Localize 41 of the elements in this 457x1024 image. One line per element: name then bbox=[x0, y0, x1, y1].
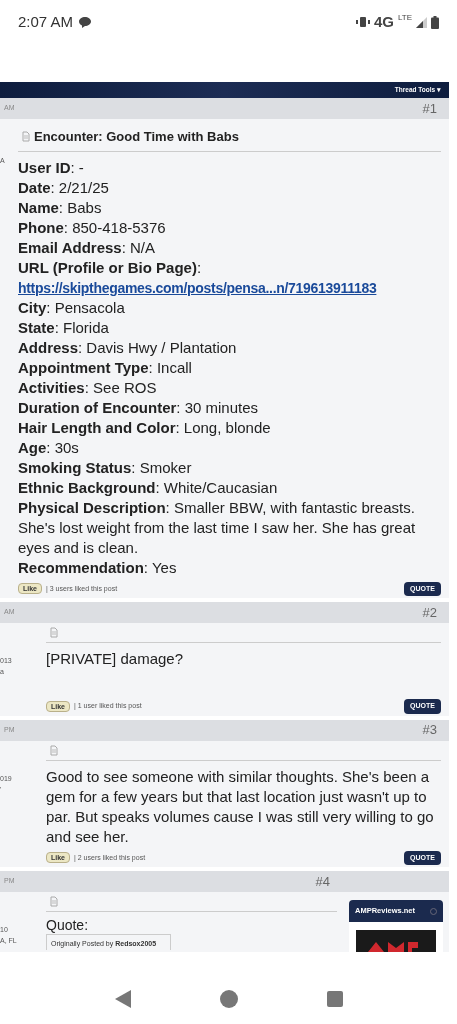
battery-icon bbox=[431, 15, 439, 29]
quote-label: Quote: bbox=[46, 916, 90, 934]
document-icon bbox=[50, 744, 58, 756]
post-text: Email Address: N/A bbox=[18, 237, 156, 258]
vibrate-icon bbox=[355, 17, 370, 27]
post-text: Duration of Encounter: 30 minutes bbox=[18, 397, 260, 418]
post-text: Name: Babs bbox=[18, 197, 103, 218]
post-text: Hair Length and Color: Long, blonde bbox=[18, 417, 272, 438]
post-text: Physical Description: Smaller BBW, with fantastic breasts. She's lost weight from the last time I saw her. She has great eyes and is clean. bbox=[18, 497, 417, 558]
network-type: 4G bbox=[373, 11, 394, 32]
post-text: Phone: 850-418-5376 bbox=[18, 217, 167, 238]
signal-icon bbox=[416, 16, 427, 28]
post-number: #2 bbox=[422, 603, 437, 622]
post-text: City: Pensacola bbox=[18, 297, 126, 318]
post-title: Encounter: Good Time with Babs bbox=[34, 128, 239, 146]
post-text: State: Florida bbox=[18, 317, 110, 338]
post-text: Appointment Type: Incall bbox=[18, 357, 193, 378]
profile-link[interactable]: https://skipthegames.com/posts/pensa...n/719613911183 bbox=[18, 277, 441, 298]
recents-icon[interactable] bbox=[326, 991, 343, 1007]
post-text: Recommendation: Yes bbox=[18, 557, 178, 578]
post-text: User ID: - bbox=[18, 157, 85, 178]
post-text: Address: Davis Hwy / Plantation bbox=[18, 337, 238, 358]
post-text: [PRIVATE] damage? bbox=[46, 649, 184, 669]
back-icon[interactable] bbox=[114, 990, 131, 1008]
post-text: Ethnic Background: White/Caucasian bbox=[18, 477, 279, 498]
post-text: URL (Profile or Bio Page): bbox=[18, 257, 203, 278]
document-icon bbox=[22, 131, 30, 143]
chat-icon bbox=[79, 16, 92, 28]
post-text: Smoking Status: Smoker bbox=[18, 457, 193, 478]
document-icon bbox=[50, 627, 58, 638]
post-text: Activities: See ROS bbox=[18, 377, 158, 398]
home-icon[interactable] bbox=[219, 990, 238, 1008]
post-text: Good to see someone with similar thoughts. She's been a gem for a few years but that last location just wasn't up to par. But speaks volumes cause I was still very willing to go and see her. bbox=[46, 766, 435, 847]
post-number: #1 bbox=[422, 99, 437, 118]
post-text: Age: 30s bbox=[18, 437, 80, 458]
post-text: Date: 2/21/25 bbox=[18, 177, 110, 198]
network-subtype: LTE bbox=[397, 12, 412, 24]
document-icon bbox=[50, 896, 58, 907]
post-number: #4 bbox=[315, 872, 330, 891]
status-time: 2:07 AM bbox=[18, 11, 74, 32]
post-number: #3 bbox=[422, 721, 437, 740]
